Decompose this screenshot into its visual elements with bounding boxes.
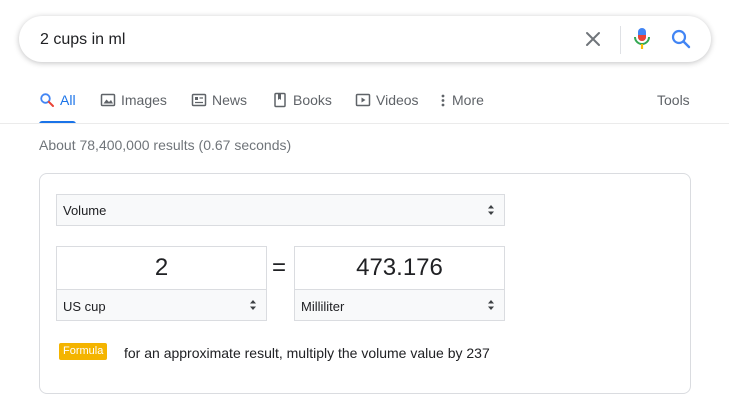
formula-text: for an approximate result, multiply the … (124, 345, 490, 361)
from-unit-box: US cup (56, 246, 267, 321)
to-unit-box: Milliliter (294, 246, 505, 321)
quantity-select-value: Volume (63, 203, 107, 218)
formula-badge: Formula (59, 343, 108, 360)
voice-search-button[interactable] (631, 27, 653, 51)
book-icon (274, 92, 286, 108)
tab-images[interactable]: Images (100, 86, 167, 124)
to-unit-value: Milliliter (301, 299, 345, 314)
search-icon (40, 93, 54, 107)
select-arrows-icon (488, 205, 494, 215)
news-icon (191, 93, 207, 107)
search-bar (19, 16, 711, 62)
from-unit-value: US cup (63, 299, 106, 314)
video-icon (355, 93, 371, 107)
searchbar-divider (620, 26, 621, 54)
tab-label: Videos (376, 92, 419, 108)
tabs-divider (0, 123, 729, 124)
more-vert-icon (441, 94, 445, 107)
tab-all[interactable]: All (39, 86, 76, 124)
tab-label: All (60, 92, 76, 108)
tools-label: Tools (657, 92, 690, 108)
equals-sign: = (272, 254, 287, 281)
image-icon (100, 93, 116, 107)
result-stats: About 78,400,000 results (0.67 seconds) (39, 137, 292, 153)
tab-label: Books (293, 92, 332, 108)
close-icon (586, 32, 600, 46)
select-arrows-icon (250, 300, 256, 310)
tab-videos[interactable]: Videos (355, 86, 419, 124)
tab-news[interactable]: News (191, 86, 247, 124)
from-unit-select[interactable]: US cup (56, 289, 267, 321)
tab-books[interactable]: Books (272, 86, 332, 124)
tab-label: Images (121, 92, 167, 108)
search-tabs: All Images News Books Videos More Tools (0, 86, 729, 124)
select-arrows-icon (488, 300, 494, 310)
tab-more[interactable]: More (440, 86, 484, 124)
tab-label: News (212, 92, 248, 108)
to-value-input[interactable] (295, 247, 504, 289)
tab-label: More (452, 92, 484, 108)
search-input[interactable] (40, 29, 560, 51)
search-icon (671, 29, 691, 49)
clear-search-button[interactable] (582, 28, 604, 50)
quantity-select[interactable]: Volume (56, 194, 505, 226)
mic-icon (634, 28, 650, 49)
to-unit-select[interactable]: Milliliter (294, 289, 505, 321)
search-button[interactable] (670, 28, 692, 50)
from-value-input[interactable] (57, 247, 266, 289)
tools-button[interactable]: Tools (657, 86, 690, 124)
